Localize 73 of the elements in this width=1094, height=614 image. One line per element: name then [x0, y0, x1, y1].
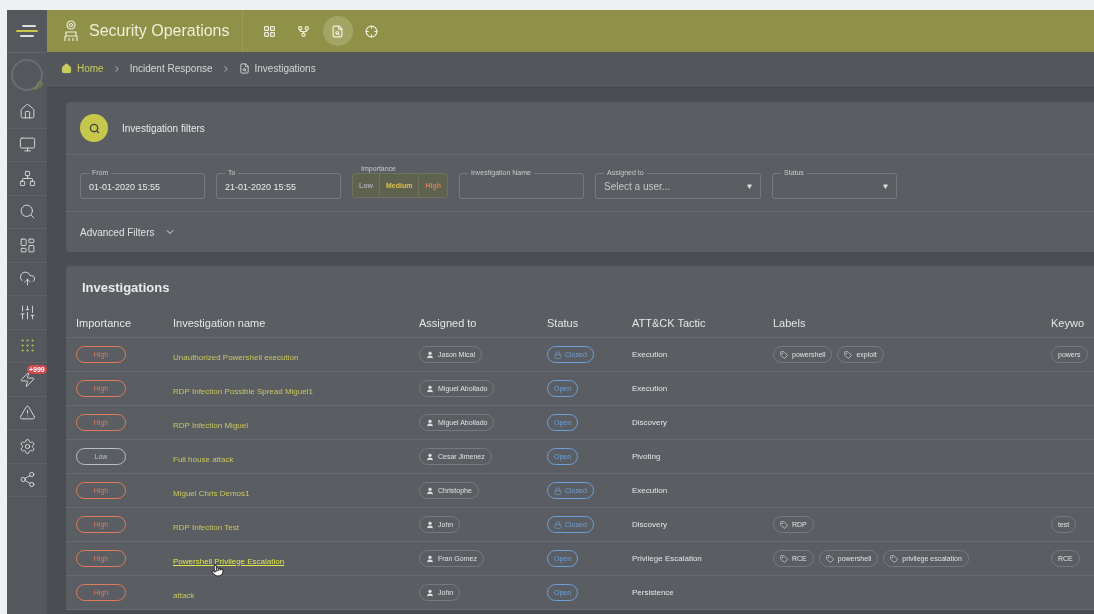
table-cell-text: Discovery	[632, 418, 669, 427]
user-icon	[426, 350, 434, 359]
fork-icon	[297, 24, 310, 38]
investigation-link[interactable]: Unauthorized Powershell execution	[173, 352, 299, 362]
lock-icon	[554, 350, 562, 359]
share-icon	[18, 471, 36, 489]
column-header: Assigned to	[419, 317, 478, 329]
dots-grid-icon	[18, 337, 36, 355]
home-icon	[61, 63, 72, 74]
tag-icon	[780, 520, 788, 529]
user-icon	[426, 588, 434, 597]
lightning-icon	[18, 370, 36, 388]
dashboard-icon	[263, 24, 276, 38]
warning-icon	[18, 404, 36, 422]
tag-icon	[844, 350, 853, 359]
tag-icon	[890, 554, 899, 563]
advanced-filters-toggle[interactable]: Advanced Filters	[66, 212, 191, 252]
breadcrumb-link[interactable]: Incident Response	[129, 63, 213, 74]
crosshair-icon	[365, 24, 378, 38]
table-cell-text: Privilege Escalation	[632, 554, 703, 563]
table-cell-text: Pivoting	[632, 452, 662, 461]
layout-icon	[18, 236, 36, 254]
home-icon	[18, 102, 36, 120]
app-title: Security Operations	[89, 22, 230, 40]
panel-title: Investigations	[81, 279, 171, 297]
file-search-icon	[238, 63, 250, 74]
lock-icon	[554, 486, 562, 495]
monitor-icon	[18, 136, 36, 154]
key-icon	[34, 81, 43, 90]
table-cell-text: Execution	[632, 384, 669, 393]
panel-title: Investigation filters	[122, 122, 205, 134]
investigation-link[interactable]: RDP Infection Test	[173, 522, 239, 532]
settings-icon	[18, 437, 36, 455]
column-header: Status	[547, 317, 580, 329]
investigation-link[interactable]: RDP Infection Miguel	[173, 420, 248, 430]
robot-icon	[63, 20, 79, 42]
tag-icon	[780, 350, 788, 359]
table-cell-text: Execution	[632, 350, 669, 359]
user-icon	[426, 418, 434, 427]
user-icon	[426, 384, 434, 393]
network-icon	[18, 169, 36, 187]
avatar-circle[interactable]	[11, 59, 43, 91]
breadcrumb-link[interactable]: Home	[61, 63, 104, 74]
nav-button[interactable]	[322, 16, 353, 46]
column-header: Keywo	[1051, 317, 1086, 329]
investigation-link[interactable]: Full house attack	[173, 454, 234, 464]
column-header: Labels	[773, 317, 807, 329]
sliders-icon	[18, 303, 36, 321]
user-icon	[426, 520, 434, 529]
tag-icon	[825, 554, 834, 563]
lock-icon	[554, 520, 562, 529]
user-icon	[426, 554, 434, 563]
caret-icon	[747, 184, 752, 189]
search-badge-icon	[80, 114, 108, 142]
logo-icon	[15, 24, 39, 38]
table-cell-text: Execution	[632, 486, 669, 495]
investigation-link[interactable]: Powershell Privilege Escalation	[173, 556, 285, 566]
column-header: Importance	[76, 317, 133, 329]
tag-icon	[780, 554, 788, 563]
breadcrumb-link[interactable]: Investigations	[238, 63, 316, 74]
table-cell-text: Persistence	[632, 588, 675, 597]
investigation-link[interactable]: Miguel Chris Demos1	[173, 488, 250, 498]
column-header: ATT&CK Tactic	[632, 317, 707, 329]
cloud-upload-icon	[18, 270, 36, 288]
file-search-icon	[331, 24, 344, 38]
user-icon	[426, 486, 434, 495]
table-cell-text: Discovery	[632, 520, 669, 529]
column-header: Investigation name	[173, 317, 267, 329]
caret-icon	[883, 184, 888, 189]
investigation-link[interactable]: attack	[173, 590, 195, 600]
user-icon	[426, 452, 434, 461]
investigation-link[interactable]: RDP Infection Possible Spread Miguel1	[173, 386, 313, 396]
search-icon	[18, 203, 36, 221]
